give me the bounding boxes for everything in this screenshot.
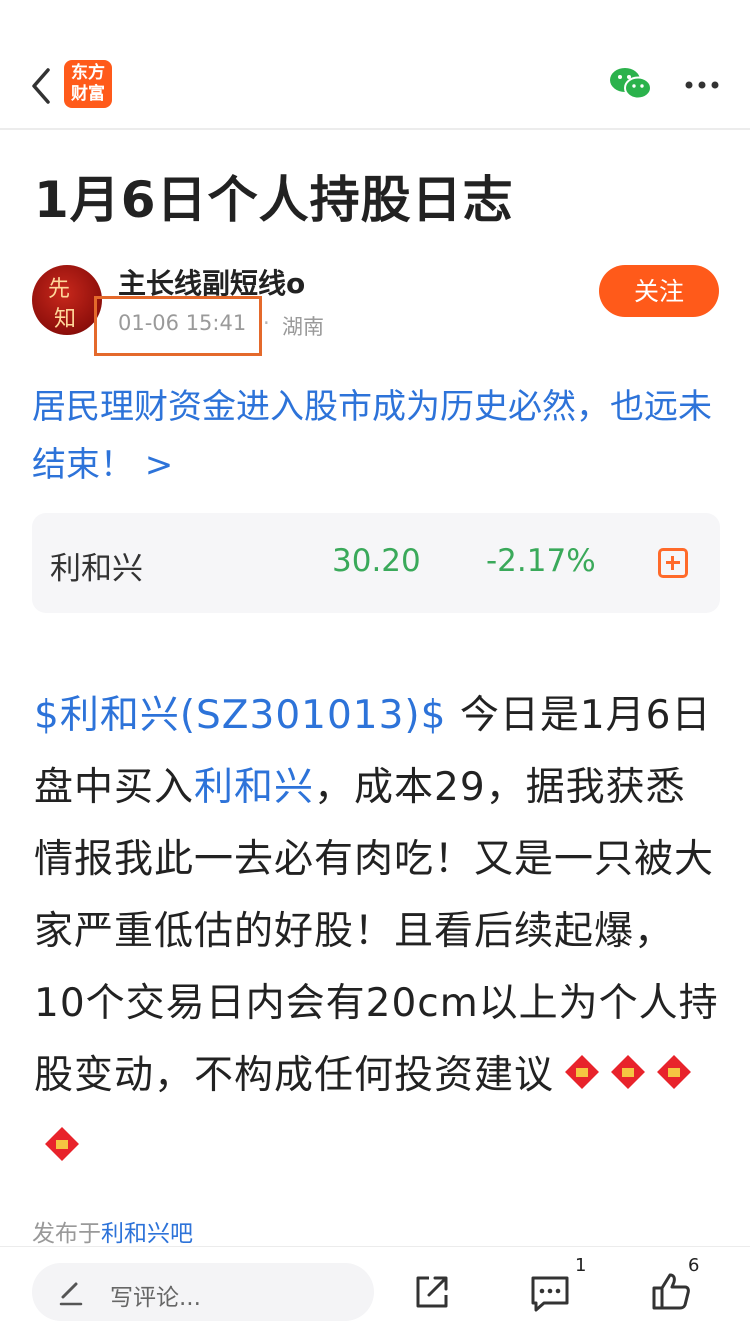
forum-link[interactable]: 利和兴吧: [101, 1221, 193, 1247]
red-envelope-emoji-icon: [565, 1054, 599, 1089]
stock-tag-link[interactable]: $利和兴(SZ301013)$: [34, 693, 446, 738]
red-envelope-emoji-icon: [657, 1054, 691, 1089]
post-location: 湖南: [282, 315, 324, 339]
separator-dot: ·: [263, 311, 270, 335]
app-logo: 东方 财富: [64, 60, 112, 108]
annotation-highlight-box: [94, 296, 262, 356]
follow-button[interactable]: 关注: [599, 265, 719, 317]
stock-change: -2.17%: [486, 543, 596, 579]
pencil-icon: [59, 1282, 83, 1306]
comment-icon[interactable]: [528, 1273, 572, 1313]
stock-price: 30.20: [332, 543, 421, 579]
headline-link[interactable]: 居民理财资金进入股市成为历史必然，也远未结束！ >: [32, 378, 722, 494]
posted-in-forum: 发布于利和兴吧: [32, 1214, 193, 1248]
top-navigation-bar: 东方 财富: [0, 0, 750, 130]
comment-count: 1: [575, 1255, 587, 1276]
article-title: 1月6日个人持股日志: [34, 171, 514, 229]
more-horizontal-icon[interactable]: [684, 80, 720, 90]
comment-input[interactable]: 写评论...: [32, 1263, 374, 1321]
add-to-watchlist-icon[interactable]: [658, 548, 688, 578]
author-avatar[interactable]: 先 知: [32, 265, 102, 335]
stock-name: 利和兴: [50, 551, 143, 587]
bottom-action-bar: 写评论... 1 6: [0, 1246, 750, 1336]
stock-inline-link[interactable]: 利和兴: [194, 765, 314, 810]
stock-quote-card[interactable]: 利和兴 30.20 -2.17%: [32, 513, 720, 613]
body-text-2: ，成本29，据我获悉情报我此一去必有肉吃！又是一只被大家严重低估的好股！且看后续…: [34, 765, 719, 1098]
comment-placeholder: 写评论...: [110, 1285, 201, 1311]
like-count: 6: [688, 1255, 700, 1276]
red-envelope-emoji-icon: [611, 1054, 645, 1089]
posted-prefix: 发布于: [32, 1221, 101, 1247]
article-body: $利和兴(SZ301013)$ 今日是1月6日盘中买入利和兴，成本29，据我获悉…: [34, 680, 724, 1184]
wechat-icon[interactable]: [608, 66, 654, 102]
share-icon[interactable]: [412, 1272, 452, 1312]
chevron-left-icon[interactable]: [24, 62, 64, 110]
thumbs-up-icon[interactable]: [650, 1271, 692, 1313]
red-envelope-emoji-icon: [45, 1126, 79, 1161]
